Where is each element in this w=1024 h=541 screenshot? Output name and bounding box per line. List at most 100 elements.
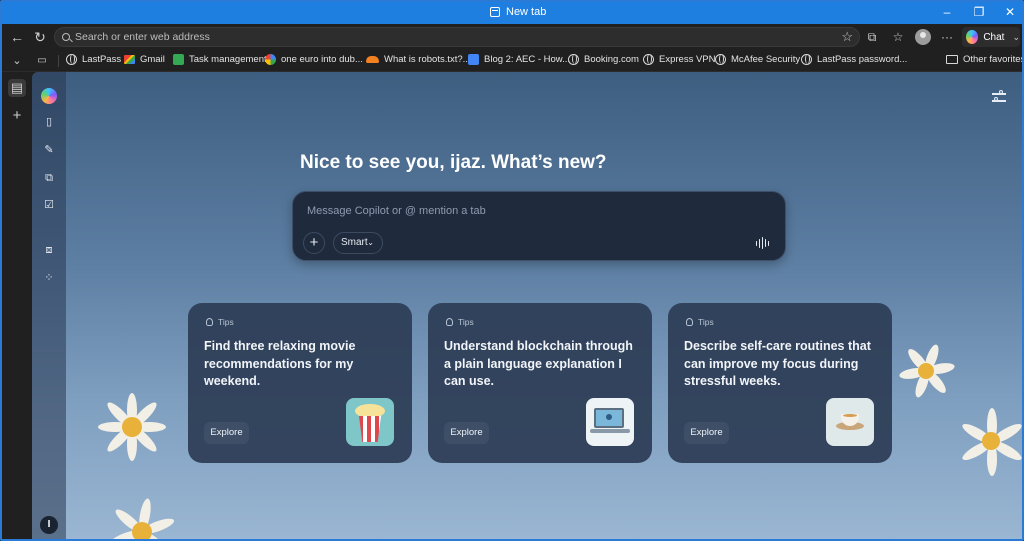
tab-actions-icon[interactable]: ▤ [8,79,26,97]
favorite-label: McAfee Security [731,54,801,65]
mode-selector[interactable]: Smart ⌄ [333,232,383,254]
user-avatar[interactable]: I [40,516,58,534]
favorite-item[interactable]: Gmail [124,54,165,65]
voice-input-icon[interactable] [755,237,769,249]
favorite-label: Gmail [140,54,165,65]
restore-icon[interactable]: ❐ [969,5,989,19]
chevron-down-icon[interactable]: ⌄ [8,52,26,70]
explore-button[interactable]: Explore [204,422,249,444]
page-settings-icon[interactable] [992,90,1008,104]
chevron-down-icon: ⌄ [367,238,374,247]
tip-card[interactable]: Tips Find three relaxing movie recommend… [188,303,412,463]
refresh-icon[interactable]: ↻ [31,28,49,46]
search-icon [62,33,70,41]
globe-icon [801,54,812,65]
collections-icon[interactable]: ▭ [33,52,51,70]
tab-icon [490,7,500,17]
browser-sidebar: ▤ + [2,72,32,539]
favorite-item[interactable]: Booking.com [568,54,639,65]
browser-window: New tab – ❐ ✕ ← ↻ Search or enter web ad… [0,0,1024,541]
copilot-sidebar: ▯ ✎ ⧉ ☑ ⧈ ⁘ I [32,72,66,539]
google-icon [265,54,276,65]
more-menu-icon[interactable]: ··· [939,29,955,45]
chat-label: Chat [983,31,1005,43]
tips-label: Tips [458,317,474,327]
back-icon[interactable]: ← [8,28,26,46]
tasks-icon[interactable]: ☑ [41,197,57,213]
favorite-item[interactable]: one euro into dub... [265,54,363,65]
favorite-label: one euro into dub... [281,54,363,65]
sidebar-toggle-icon[interactable]: ▯ [41,114,57,130]
tip-text: Find three relaxing movie recommendation… [204,339,356,388]
copilot-logo-icon [966,30,979,44]
favorite-label: Express VPN [659,54,716,65]
favorite-item[interactable]: LastPass [66,54,121,65]
address-bar[interactable]: Search or enter web address ☆ [54,27,860,47]
other-favorites-label: Other favorites [963,54,1024,65]
extensions-icon[interactable]: ⧉ [864,29,880,45]
tips-tag: Tips [206,317,234,327]
gmail-icon [124,55,135,64]
favorite-star-icon[interactable]: ☆ [841,29,853,45]
close-icon[interactable]: ✕ [1000,5,1020,19]
tea-cup-icon [826,398,874,446]
chevron-down-icon: ⌄ [1012,31,1020,42]
tip-card[interactable]: Tips Describe self-care routines that ca… [668,303,892,463]
tip-text: Describe self-care routines that can imp… [684,339,871,388]
globe-icon [66,54,77,65]
cloudflare-icon [366,56,379,63]
favorite-label: LastPass password... [817,54,908,65]
other-favorites[interactable]: Other favorites [946,54,1024,65]
copilot-chat-button[interactable]: Chat ⌄ [962,27,1020,47]
lightbulb-icon [446,318,453,326]
favorite-label: LastPass [82,54,122,65]
tips-label: Tips [698,317,714,327]
new-tab-plus-icon[interactable]: + [8,107,26,125]
pages-icon[interactable]: ⧉ [41,170,57,186]
address-bar-placeholder: Search or enter web address [75,31,210,43]
copilot-logo-icon[interactable] [41,88,57,104]
laptop-network-icon [586,398,634,446]
favorite-item[interactable]: Task management [173,54,267,65]
window-title: New tab [490,6,546,18]
tip-card[interactable]: Tips Understand blockchain through a pla… [428,303,652,463]
docs-icon [468,54,479,65]
favorite-label: Task management [189,54,267,65]
title-bar: New tab – ❐ ✕ [2,2,1022,24]
profile-avatar[interactable] [915,29,931,45]
window-title-text: New tab [506,6,547,18]
explore-button[interactable]: Explore [444,422,489,444]
tips-label: Tips [218,317,234,327]
tip-text: Understand blockchain through a plain la… [444,339,633,388]
mode-label: Smart [341,237,368,248]
add-attachment-button[interactable]: + [303,232,325,254]
explore-button[interactable]: Explore [684,422,729,444]
tips-tag: Tips [446,317,474,327]
apps-grid-icon[interactable]: ⁘ [41,270,57,286]
globe-icon [643,54,654,65]
lightbulb-icon [206,318,213,326]
globe-icon [568,54,579,65]
favorite-item[interactable]: What is robots.txt?... [366,54,471,65]
navigation-bar: ← ↻ Search or enter web address ☆ ⧉ ☆ ··… [2,24,1022,50]
popcorn-icon [346,398,394,446]
sheets-icon [173,54,184,65]
minimize-icon[interactable]: – [937,5,957,19]
favorite-item[interactable]: Express VPN [643,54,716,65]
tips-tag: Tips [686,317,714,327]
new-chat-icon[interactable]: ✎ [41,142,57,158]
favorites-bar: ⌄ ▭ LastPass Gmail Task management one e… [2,50,1022,72]
favorite-item[interactable]: LastPass password... [801,54,907,65]
lightbulb-icon [686,318,693,326]
new-tab-page: ▯ ✎ ⧉ ☑ ⧈ ⁘ I Nice to see you, ijaz. Wha… [32,72,1022,539]
globe-icon [715,54,726,65]
favorites-icon[interactable]: ☆ [890,29,906,45]
favorite-item[interactable]: McAfee Security [715,54,800,65]
favorite-label: Booking.com [584,54,639,65]
copilot-composer[interactable]: Message Copilot or @ mention a tab + Sma… [292,191,786,261]
discover-icon[interactable]: ⧈ [41,242,57,258]
favorite-label: What is robots.txt?... [384,54,471,65]
message-input[interactable]: Message Copilot or @ mention a tab [307,205,486,217]
favorite-item[interactable]: Blog 2: AEC - How... [468,54,570,65]
divider [58,55,59,67]
